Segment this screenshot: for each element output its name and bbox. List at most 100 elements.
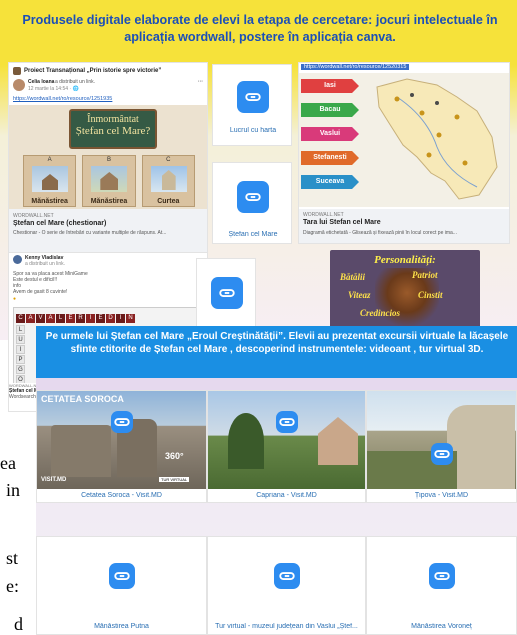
crossword-cell: G [16,365,25,374]
card-letter: A [47,157,52,163]
link-tile-stefan-cel-mare[interactable]: Ștefan cel Mare [212,162,292,244]
facebook-post: Proiect Transnațional „Prin istorie spre… [8,62,208,259]
link-icon[interactable] [237,81,269,113]
author-action: a distribuit un link. [55,79,96,85]
tile-capriana[interactable]: Capriana - Visit.MD [207,390,366,503]
crossword-cell: R [76,314,85,323]
crossword-cell: E [66,314,75,323]
middle-banner-title: Pe urmele lui Ștefan cel Mare „Eroul Cre… [45,331,509,355]
tile-caption[interactable]: Mănăstirea Voroneț [367,623,516,630]
tile-putna[interactable]: Mănăstirea Putna [36,536,207,635]
poster-word: Patriot [412,270,438,280]
crossword-cell: L [16,325,25,334]
link-tile-untitled[interactable] [196,258,256,328]
monastery-picture [32,166,68,192]
doc-fragment: d [14,614,23,634]
group-header: Proiect Transnațional „Prin istorie spre… [13,66,205,76]
link-title[interactable]: Ștefan cel Mare (chestionar) [13,220,106,227]
tile-tipova[interactable]: Țipova - Visit.MD [366,390,517,503]
map-pin-label-vaslui[interactable]: Vaslui [301,127,359,141]
map-title[interactable]: Tara lui Stefan cel Mare [303,219,381,226]
link-description: Chestionar - O serie de întrebări cu var… [13,230,167,236]
card-label: Curtea [157,198,180,205]
map-pin-label-stefanesti[interactable]: Stefanesti [301,151,359,165]
crossword-cell: I [16,345,25,354]
answer-cards: A Mănăstirea B Mănăstirea C Curtea [23,155,195,207]
map-post: https://wordwall.net/ro/resource/1252031… [298,62,510,244]
author-avatar[interactable] [13,79,25,91]
church-picture [150,166,187,192]
link-icon[interactable] [429,563,455,589]
map-pin-label-bacau[interactable]: Bacau [301,103,359,117]
answer-card-a[interactable]: A Mănăstirea [23,155,77,207]
link-icon[interactable] [237,181,269,213]
tile-vaslui-museum[interactable]: Tur virtual - muzeul județean din Vaslui… [207,536,366,635]
poster-word: Cinstit [418,290,443,300]
doc-fragment: st [6,548,19,568]
crossword-cell: D [106,314,115,323]
link-icon[interactable] [274,563,300,589]
tile-cetatea-soroca[interactable]: CETATEA SOROCA VISIT.MD 360° TUR VIRTUAL… [36,390,207,503]
author-name[interactable]: Celia Ioana [28,79,54,85]
quiz-poster-image[interactable]: Înmormântat Ștefan cel Mare? A Mănăstire… [9,105,207,209]
link-icon[interactable] [111,411,133,433]
tile-overlay-title: CETATEA SOROCA [41,394,124,404]
link-icon[interactable] [109,563,135,589]
poster-title-line-1: Înmormântat [87,114,139,125]
crossword-cell: U [16,335,25,344]
tile-caption[interactable]: Cetatea Soroca - Visit.MD [37,492,206,499]
capriana-photo [208,391,365,489]
personalities-poster[interactable]: Personalități: Bătălii Patriot Viteaz Ci… [330,250,480,330]
answer-card-c[interactable]: C Curtea [141,155,195,207]
crossword-cell: I [86,314,95,323]
doc-fragment: e: [6,576,19,596]
link-icon[interactable] [431,443,453,465]
crossword-cell: A [46,314,55,323]
middle-band-strip [36,378,517,390]
tile-voronet[interactable]: Mănăstirea Voroneț [366,536,517,635]
map-link-preview[interactable]: WORDWALL.NET Tara lui Stefan cel Mare Di… [299,209,509,243]
comment-line: Avem de gasit 8 cuvinte! [13,289,68,295]
commenter-action: a distribuit un link. [25,261,66,267]
map-pin-label-suceava[interactable]: Suceava [301,175,359,189]
poster-title-line-2: Ștefan cel Mare? [75,125,151,137]
map-description: Diagramă etichetată - Glisează și fixeaz… [303,230,457,236]
more-icon[interactable]: ··· [198,79,203,85]
post-date[interactable]: 12 martie la 14:54 · 🌐 [28,86,79,92]
poster-title: Personalități: [374,254,436,266]
map-site: WORDWALL.NET [303,212,344,218]
tile-caption[interactable]: Tur virtual - muzeul județean din Vaslui… [208,623,365,630]
poster-word: Viteaz [348,290,371,300]
link-tile-map-work[interactable]: Lucrul cu harta [212,64,292,146]
tile-brand: VISIT.MD [41,477,67,483]
poster-word: Bătălii [340,272,366,282]
tile-360-badge: 360° [165,451,184,461]
crossword-cell: N [126,314,135,323]
tipova-photo [367,391,516,489]
link-icon[interactable] [276,411,298,433]
crossword-cell: V [36,314,45,323]
map-url[interactable]: https://wordwall.net/ro/resource/1252031… [301,64,410,70]
tile-caption[interactable]: Ștefan cel Mare [213,231,293,238]
crossword-cell: E [96,314,105,323]
chalkboard: Înmormântat Ștefan cel Mare? [69,109,157,149]
group-name[interactable]: Proiect Transnațional „Prin istorie spre… [24,68,161,74]
comment-header: Kenny Vladislav a distribuit un link. [13,255,203,267]
tile-caption[interactable]: Țipova - Visit.MD [367,492,516,499]
link-icon[interactable] [211,277,243,309]
middle-banner: Pe urmele lui Ștefan cel Mare „Eroul Cre… [36,326,517,378]
tile-caption[interactable]: Mănăstirea Putna [37,623,206,630]
map-image[interactable]: Iasi Bacau Vaslui Stefanesti Suceava [299,73,509,207]
top-banner-title: Produsele digitale elaborate de elevi la… [22,13,498,44]
tile-caption[interactable]: Capriana - Visit.MD [208,492,365,499]
tile-caption[interactable]: Lucrul cu harta [213,127,293,134]
post-url[interactable]: https://wordwall.net/ro/resource/1251935 [13,96,112,102]
map-pin-label-iasi[interactable]: Iasi [301,79,359,93]
commenter-avatar[interactable] [13,255,22,264]
answer-card-b[interactable]: B Mănăstirea [82,155,136,207]
card-letter: B [106,157,111,163]
crossword-row: CAVALERIEDIN [16,314,136,323]
crossword-cell: P [16,355,25,364]
card-label: Mănăstirea [90,198,128,205]
monastery-picture [91,166,128,192]
